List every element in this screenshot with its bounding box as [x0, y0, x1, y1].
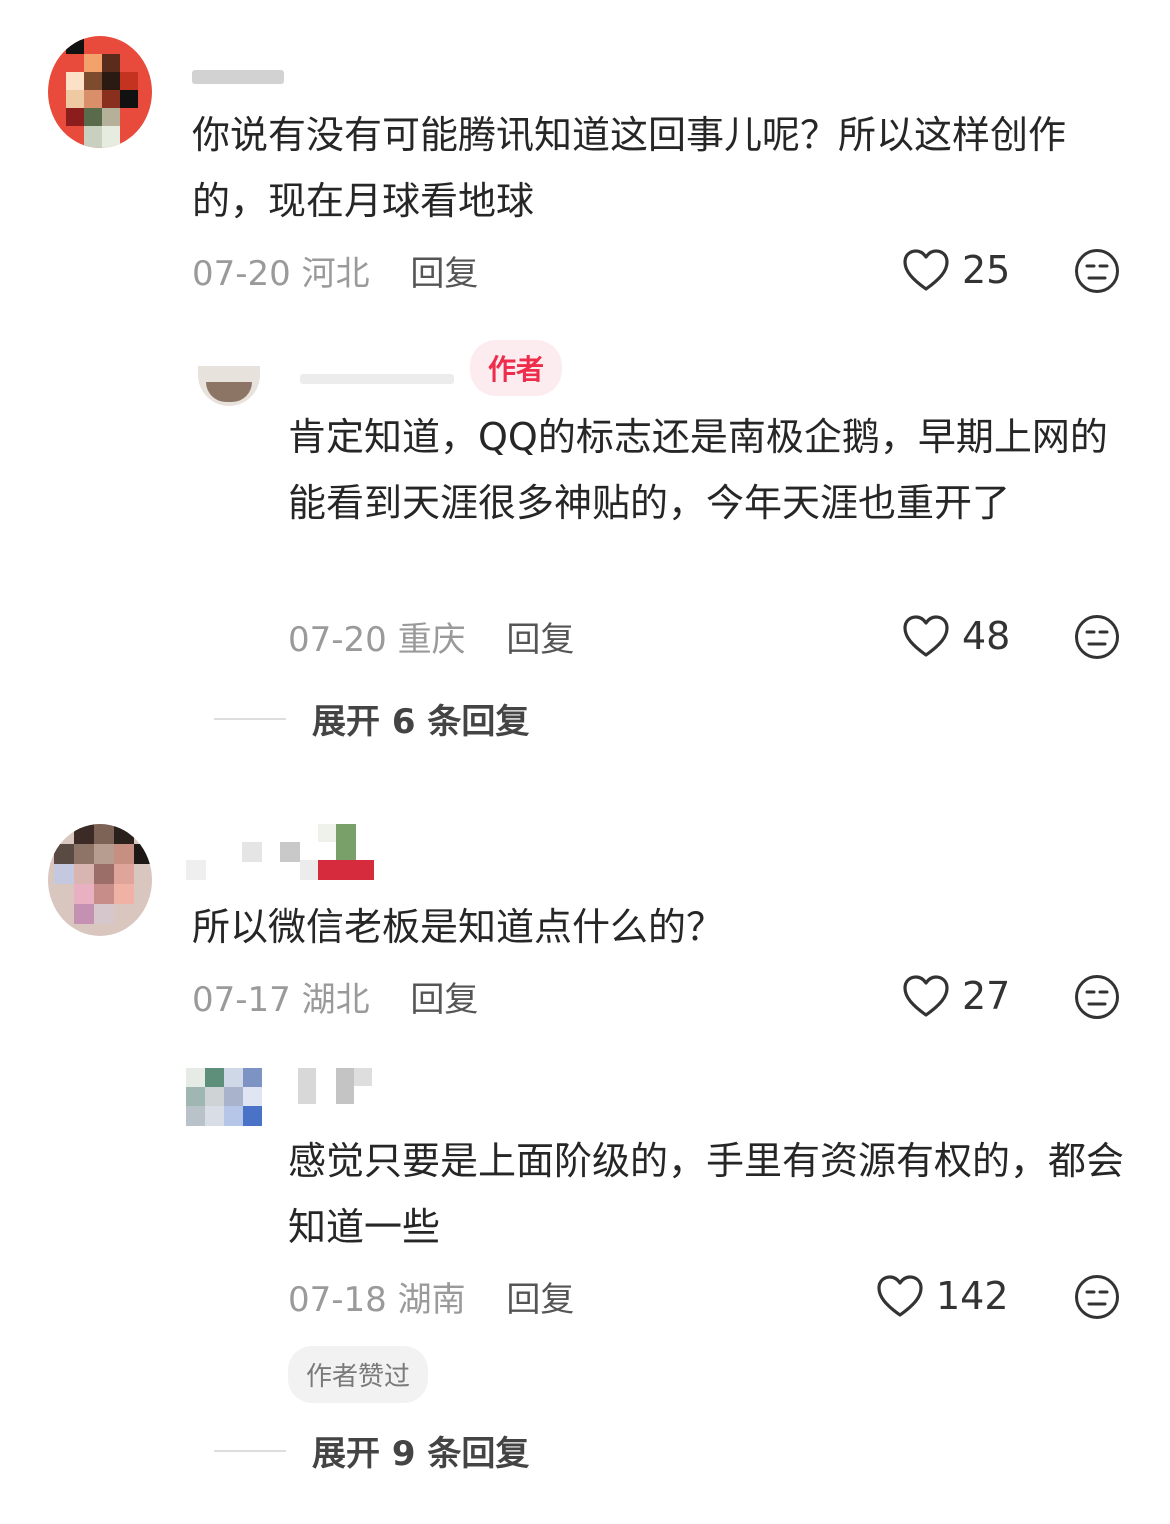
expand-replies-button[interactable]: 展开 9 条回复	[214, 1426, 529, 1475]
like-count: 25	[962, 248, 1011, 292]
comment-location: 河北	[301, 254, 370, 294]
comment-meta: 07-20 河北 回复	[192, 246, 478, 295]
like-button[interactable]: 142	[876, 1274, 1009, 1318]
like-button[interactable]: 25	[902, 248, 1010, 292]
reply-button[interactable]: 回复	[410, 980, 478, 1020]
reply-button[interactable]: 回复	[506, 1280, 574, 1320]
like-button[interactable]: 48	[902, 614, 1010, 658]
reply-meta: 07-18 湖南 回复	[288, 1272, 574, 1321]
comment-text: 所以微信老板是知道点什么的？	[192, 905, 725, 949]
heart-icon	[902, 614, 950, 658]
neutral-face-icon[interactable]	[1074, 614, 1120, 660]
neutral-face-icon[interactable]	[1074, 248, 1120, 294]
reply-text: 肯定知道，QQ的标志还是南极企鹅，早期上网的能看到天涯很多神贴的，今年天涯也重开…	[288, 415, 1108, 525]
like-count: 142	[936, 1274, 1009, 1318]
author-badge: 作者	[470, 340, 563, 396]
avatar[interactable]	[48, 36, 152, 148]
reply-date: 07-18	[288, 1280, 387, 1320]
divider	[214, 1449, 286, 1452]
username-blurred[interactable]	[186, 824, 376, 880]
neutral-face-icon[interactable]	[1074, 974, 1120, 1020]
expand-replies-button[interactable]: 展开 6 条回复	[214, 694, 529, 743]
reply-date: 07-20	[288, 620, 387, 660]
reply-text: 感觉只要是上面阶级的，手里有资源有权的，都会知道一些	[288, 1139, 1125, 1249]
reply-location: 重庆	[397, 620, 466, 660]
heart-icon	[902, 248, 950, 292]
expand-replies-label: 展开 6 条回复	[312, 702, 530, 742]
avatar[interactable]	[198, 366, 260, 406]
like-count: 48	[962, 614, 1011, 658]
like-button[interactable]: 27	[902, 974, 1010, 1018]
username-blurred[interactable]	[192, 70, 284, 84]
username-blurred[interactable]	[298, 1068, 376, 1104]
comment-location: 湖北	[301, 980, 370, 1020]
neutral-face-icon[interactable]	[1074, 1274, 1120, 1320]
expand-replies-label: 展开 9 条回复	[312, 1434, 530, 1474]
comment-text: 你说有没有可能腾讯知道这回事儿呢？所以这样创作的，现在月球看地球	[192, 113, 1067, 223]
comment-date: 07-20	[192, 254, 291, 294]
like-count: 27	[962, 974, 1011, 1018]
reply-location: 湖南	[397, 1280, 466, 1320]
heart-icon	[876, 1274, 924, 1318]
comment-date: 07-17	[192, 980, 291, 1020]
username-blurred[interactable]	[300, 374, 454, 384]
heart-icon	[902, 974, 950, 1018]
comment-meta: 07-17 湖北 回复	[192, 972, 478, 1021]
avatar[interactable]	[48, 824, 152, 936]
avatar[interactable]	[186, 1068, 262, 1126]
author-liked-badge: 作者赞过	[288, 1346, 429, 1403]
divider	[214, 717, 286, 720]
reply-button[interactable]: 回复	[506, 620, 574, 660]
reply-meta: 07-20 重庆 回复	[288, 612, 574, 661]
reply-button[interactable]: 回复	[410, 254, 478, 294]
